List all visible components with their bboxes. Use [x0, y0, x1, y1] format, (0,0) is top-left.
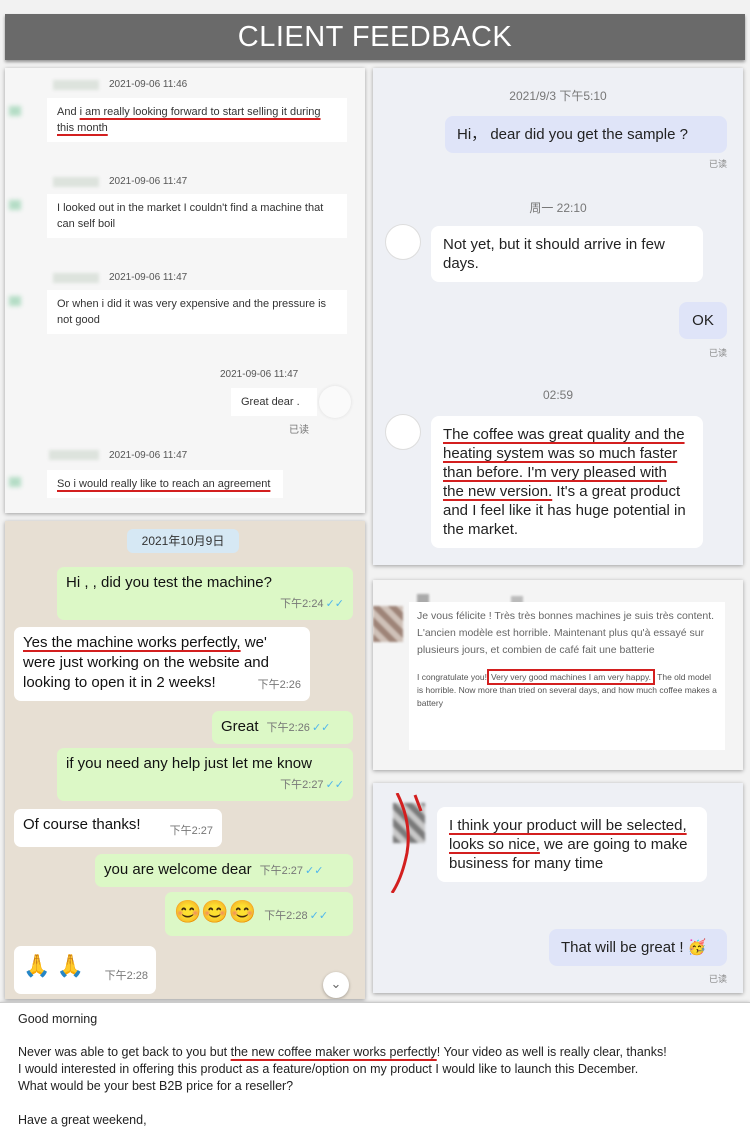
read-status: 已读 — [709, 159, 728, 169]
blurred-name — [49, 450, 99, 460]
email-paragraph: Never was able to get back to you but th… — [18, 1045, 667, 1059]
message-bubble: I looked out in the market I couldn't fi… — [47, 194, 347, 238]
timestamp: 2021-09-06 11:47 — [109, 450, 188, 461]
banner-title: CLIENT FEEDBACK — [237, 21, 513, 53]
message-bubble: Of course thanks! 下午2:27 — [14, 809, 222, 847]
avatar — [9, 106, 21, 116]
message-bubble: Great dear . — [231, 388, 317, 416]
message-bubble: 🙏 🙏 下午2:28 — [14, 946, 156, 994]
chat-screenshot-4: I think your product will be selected, l… — [373, 783, 743, 993]
message-bubble: Or when i did it was very expensive and … — [47, 290, 347, 334]
avatar — [385, 224, 421, 260]
message-bubble: I think your product will be selected, l… — [437, 807, 707, 882]
date-chip: 2021年10月9日 — [127, 529, 239, 553]
timestamp: 02:59 — [542, 388, 574, 402]
avatar — [385, 414, 421, 450]
message-bubble: you are welcome dear 下午2:27 ✓✓ — [95, 854, 353, 887]
avatar — [319, 386, 351, 418]
timestamp: 2021-09-06 11:47 — [220, 369, 299, 380]
review-card: Je vous félicite ! Très très bonnes mach… — [409, 602, 725, 750]
message-bubble: So i would really like to reach an agree… — [47, 470, 283, 498]
timestamp: 2021/9/3 下午5:10 — [509, 89, 607, 103]
review-english: I congratulate you! Very very good machin… — [417, 669, 717, 710]
blurred-name — [53, 273, 99, 283]
review-screenshot: Je vous félicite ! Très très bonnes mach… — [373, 580, 743, 770]
message-bubble: Hi， dear did you get the sample ? — [445, 116, 727, 153]
message-bubble: OK — [679, 302, 727, 339]
message-bubble: 😊😊😊 下午2:28 ✓✓ — [165, 892, 353, 936]
avatar — [9, 200, 21, 210]
message-bubble: Great 下午2:26 ✓✓ — [212, 711, 353, 744]
email-paragraph: I would interested in offering this prod… — [18, 1062, 639, 1076]
chat-screenshot-3: 2021年10月9日 Hi , , did you test the machi… — [5, 521, 365, 999]
message-bubble: Yes the machine works perfectly, we' wer… — [14, 627, 310, 701]
avatar — [373, 606, 403, 642]
message-bubble: And i am really looking forward to start… — [47, 98, 347, 142]
review-french: Je vous félicite ! Très très bonnes mach… — [417, 610, 715, 656]
blurred-name — [53, 177, 99, 187]
message-bubble: That will be great ! 🥳 — [549, 929, 727, 966]
timestamp: 周一 22:10 — [529, 201, 587, 215]
email-closing: Have a great weekend, — [18, 1113, 147, 1127]
red-pen-mark-icon — [390, 793, 423, 893]
email-screenshot: Good morning Never was able to get back … — [0, 1002, 750, 1144]
double-chevron-down-icon[interactable]: ⌄ — [323, 972, 349, 998]
blurred-name — [53, 80, 99, 90]
message-bubble: The coffee was great quality and the hea… — [431, 416, 703, 548]
message-bubble: Not yet, but it should arrive in few day… — [431, 226, 703, 282]
timestamp: 2021-09-06 11:47 — [109, 272, 188, 283]
read-status: 已读 — [709, 348, 728, 358]
message-bubble: Hi , , did you test the machine? 下午2:24 ✓✓ — [57, 567, 353, 620]
email-greeting: Good morning — [18, 1012, 98, 1026]
timestamp: 2021-09-06 11:47 — [109, 176, 188, 187]
read-status: 已读 — [289, 425, 309, 436]
message-bubble: if you need any help just let me know 下午2… — [57, 748, 353, 801]
email-paragraph: What would be your best B2B price for a … — [18, 1079, 294, 1093]
chat-screenshot-1: 2021-09-06 11:46 And i am really looking… — [5, 68, 365, 513]
chat-screenshot-2: 2021/9/3 下午5:10 Hi， dear did you get the… — [373, 68, 743, 565]
timestamp: 2021-09-06 11:46 — [109, 79, 188, 90]
page-banner: CLIENT FEEDBACK — [5, 14, 745, 60]
avatar — [9, 296, 21, 306]
read-status: 已读 — [709, 974, 728, 984]
avatar — [9, 477, 21, 487]
